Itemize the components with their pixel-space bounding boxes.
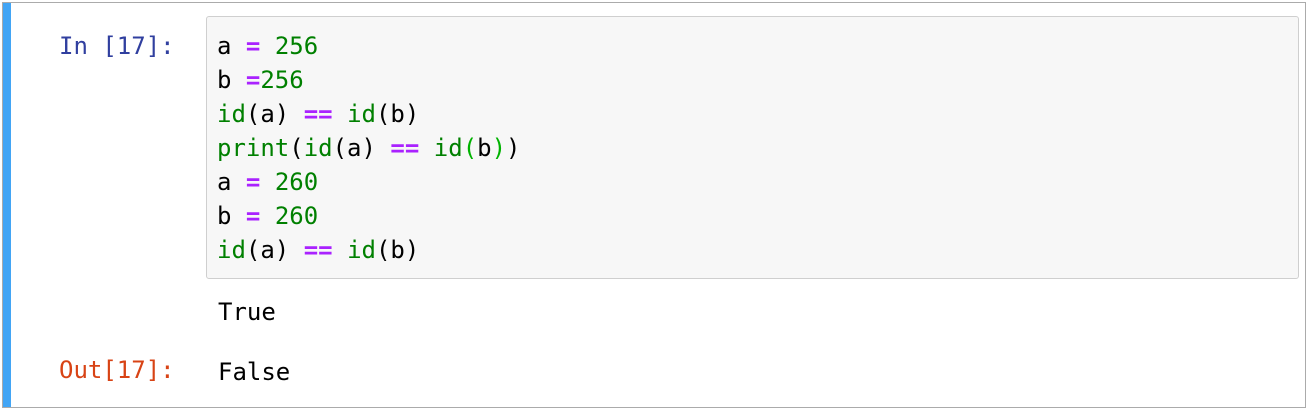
code-token: 260 bbox=[274, 168, 319, 196]
code-token: id bbox=[217, 236, 246, 264]
code-token: 256 bbox=[260, 66, 304, 94]
code-line: a = 256 bbox=[217, 29, 1298, 63]
code-token: = bbox=[245, 168, 261, 196]
code-line: id(a) == id(b) bbox=[217, 233, 1298, 267]
code-token: ) bbox=[506, 134, 521, 162]
code-editor[interactable]: a = 256 b =256 id(a) == id(b) print(id(a) =… bbox=[206, 16, 1299, 279]
input-prompt: In [17]: bbox=[59, 32, 175, 60]
code-line: print(id(a) == id(b)) bbox=[217, 131, 1298, 165]
code-token: ) bbox=[491, 134, 507, 162]
code-token: b bbox=[477, 134, 492, 162]
cell-selection-bar bbox=[3, 3, 11, 407]
code-token: print bbox=[217, 134, 290, 162]
code-token: (a) bbox=[332, 134, 376, 162]
code-token: = bbox=[245, 32, 261, 60]
code-token: id bbox=[433, 134, 463, 162]
code-token: id bbox=[347, 236, 376, 264]
code-token: a bbox=[217, 32, 232, 60]
code-token: = bbox=[245, 202, 261, 230]
code-token: == bbox=[390, 134, 420, 162]
code-line: b =256 bbox=[217, 63, 1298, 97]
code-token: (b) bbox=[375, 100, 420, 128]
output-prompt: Out[17]: bbox=[59, 356, 175, 384]
code-token: == bbox=[303, 100, 333, 128]
notebook-code-cell[interactable]: In [17]: a = 256 b =256 id(a) == id(b) prin… bbox=[2, 2, 1306, 408]
code-token: id bbox=[217, 100, 246, 128]
code-token: b bbox=[217, 202, 232, 230]
stream-output: True bbox=[218, 298, 276, 326]
code-line: a = 260 bbox=[217, 165, 1298, 199]
code-token: = bbox=[245, 66, 261, 94]
execute-result-output: False bbox=[218, 358, 291, 386]
code-token: (a) bbox=[245, 100, 290, 128]
code-token: 256 bbox=[274, 32, 319, 60]
code-line: id(a) == id(b) bbox=[217, 97, 1298, 131]
code-line: b = 260 bbox=[217, 199, 1298, 233]
code-token: 260 bbox=[274, 202, 319, 230]
code-token: b bbox=[217, 66, 232, 94]
code-token: ( bbox=[462, 134, 478, 162]
code-token: a bbox=[217, 168, 232, 196]
code-token: id bbox=[303, 134, 333, 162]
code-token: ( bbox=[289, 134, 304, 162]
code-token: (b) bbox=[375, 236, 420, 264]
code-token: == bbox=[303, 236, 333, 264]
code-token: (a) bbox=[245, 236, 290, 264]
code-token: id bbox=[347, 100, 376, 128]
